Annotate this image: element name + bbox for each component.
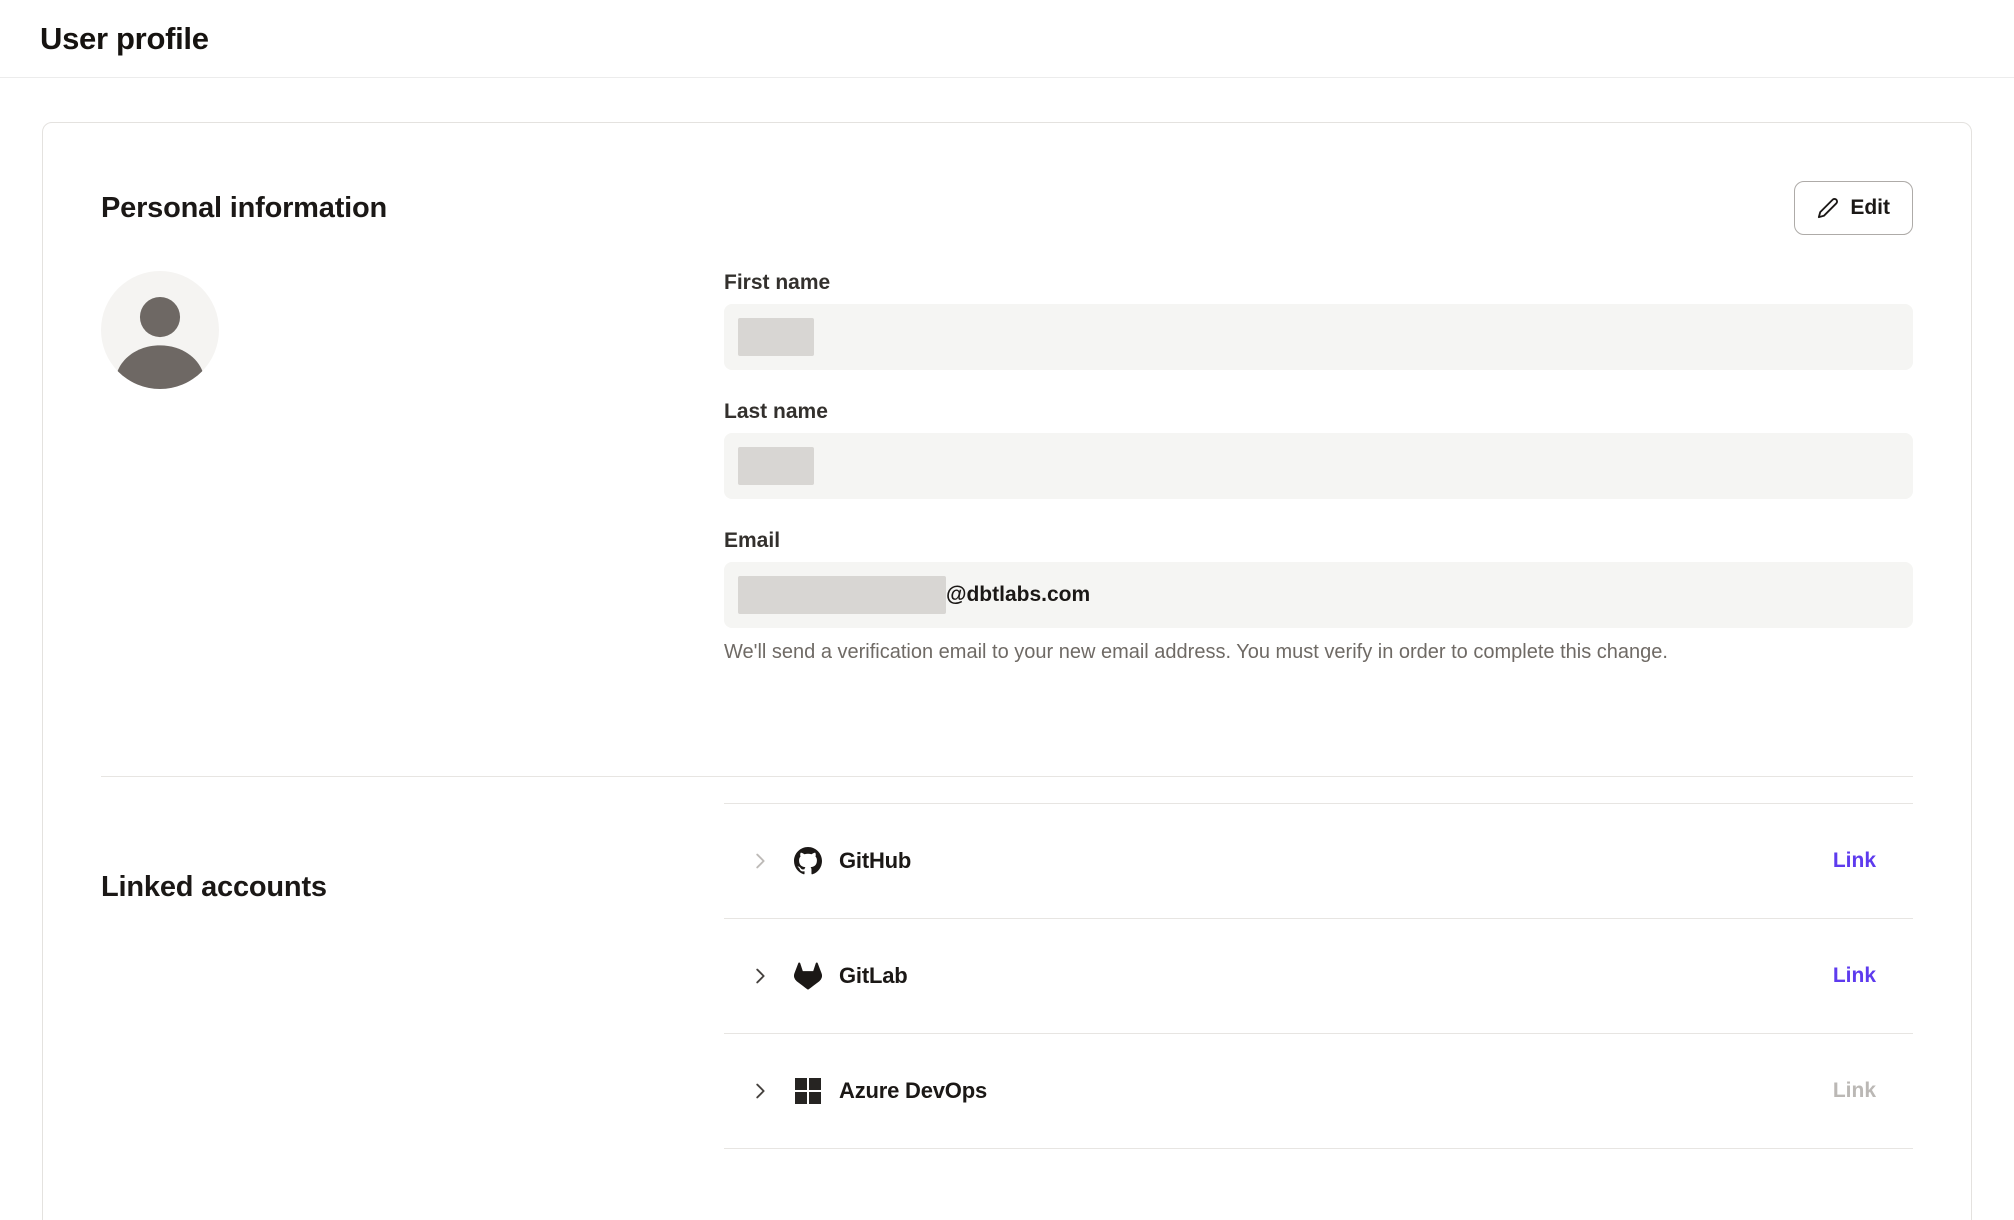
user-profile-card: Personal information Edit First name <box>42 122 1972 1220</box>
first-name-field-group: First name <box>724 271 1913 370</box>
person-silhouette-icon <box>101 271 219 389</box>
avatar-column <box>101 271 724 694</box>
personal-information-header: Personal information Edit <box>101 181 1913 235</box>
first-name-field[interactable] <box>724 304 1913 370</box>
gitlab-icon <box>794 962 822 990</box>
email-field-group: Email @dbtlabs.com We'll send a verifica… <box>724 529 1913 664</box>
personal-information-heading: Personal information <box>101 192 387 225</box>
github-icon <box>794 847 822 875</box>
azure-devops-icon <box>794 1077 822 1105</box>
page-title: User profile <box>40 21 209 57</box>
linked-account-row-azure-devops: Azure DevOps Link <box>724 1034 1913 1149</box>
edit-button-label: Edit <box>1850 196 1890 220</box>
redacted-last-name-value <box>738 447 814 485</box>
linked-accounts-heading: Linked accounts <box>101 871 724 904</box>
azure-devops-link-action: Link <box>1833 1079 1876 1103</box>
email-domain-text: @dbtlabs.com <box>946 583 1090 607</box>
email-label: Email <box>724 529 1913 553</box>
pencil-icon <box>1817 197 1839 219</box>
linked-accounts-list: GitHub Link GitLab Link <box>724 803 1913 1149</box>
email-help-text: We'll send a verification email to your … <box>724 641 1913 664</box>
account-name: Azure DevOps <box>839 1078 987 1104</box>
account-name: GitLab <box>839 963 907 989</box>
chevron-right-icon[interactable] <box>749 1080 771 1102</box>
redacted-first-name-value <box>738 318 814 356</box>
chevron-right-icon[interactable] <box>749 850 771 872</box>
fields-column: First name Last name Email @dbtlabs.com … <box>724 271 1913 694</box>
linked-accounts-heading-column: Linked accounts <box>101 865 724 1149</box>
linked-accounts-section: Linked accounts GitHub Link <box>101 865 1913 1149</box>
edit-button[interactable]: Edit <box>1794 181 1913 235</box>
account-name: GitHub <box>839 848 911 874</box>
personal-information-body: First name Last name Email @dbtlabs.com … <box>101 271 1913 694</box>
page-header: User profile <box>0 0 2014 78</box>
last-name-label: Last name <box>724 400 1913 424</box>
last-name-field-group: Last name <box>724 400 1913 499</box>
avatar <box>101 271 219 389</box>
chevron-right-icon[interactable] <box>749 965 771 987</box>
first-name-label: First name <box>724 271 1913 295</box>
section-divider <box>101 776 1913 777</box>
linked-account-row-github: GitHub Link <box>724 804 1913 919</box>
linked-account-row-gitlab: GitLab Link <box>724 919 1913 1034</box>
last-name-field[interactable] <box>724 433 1913 499</box>
github-link-action[interactable]: Link <box>1833 849 1876 873</box>
email-field[interactable]: @dbtlabs.com <box>724 562 1913 628</box>
gitlab-link-action[interactable]: Link <box>1833 964 1876 988</box>
redacted-email-value <box>738 576 946 614</box>
